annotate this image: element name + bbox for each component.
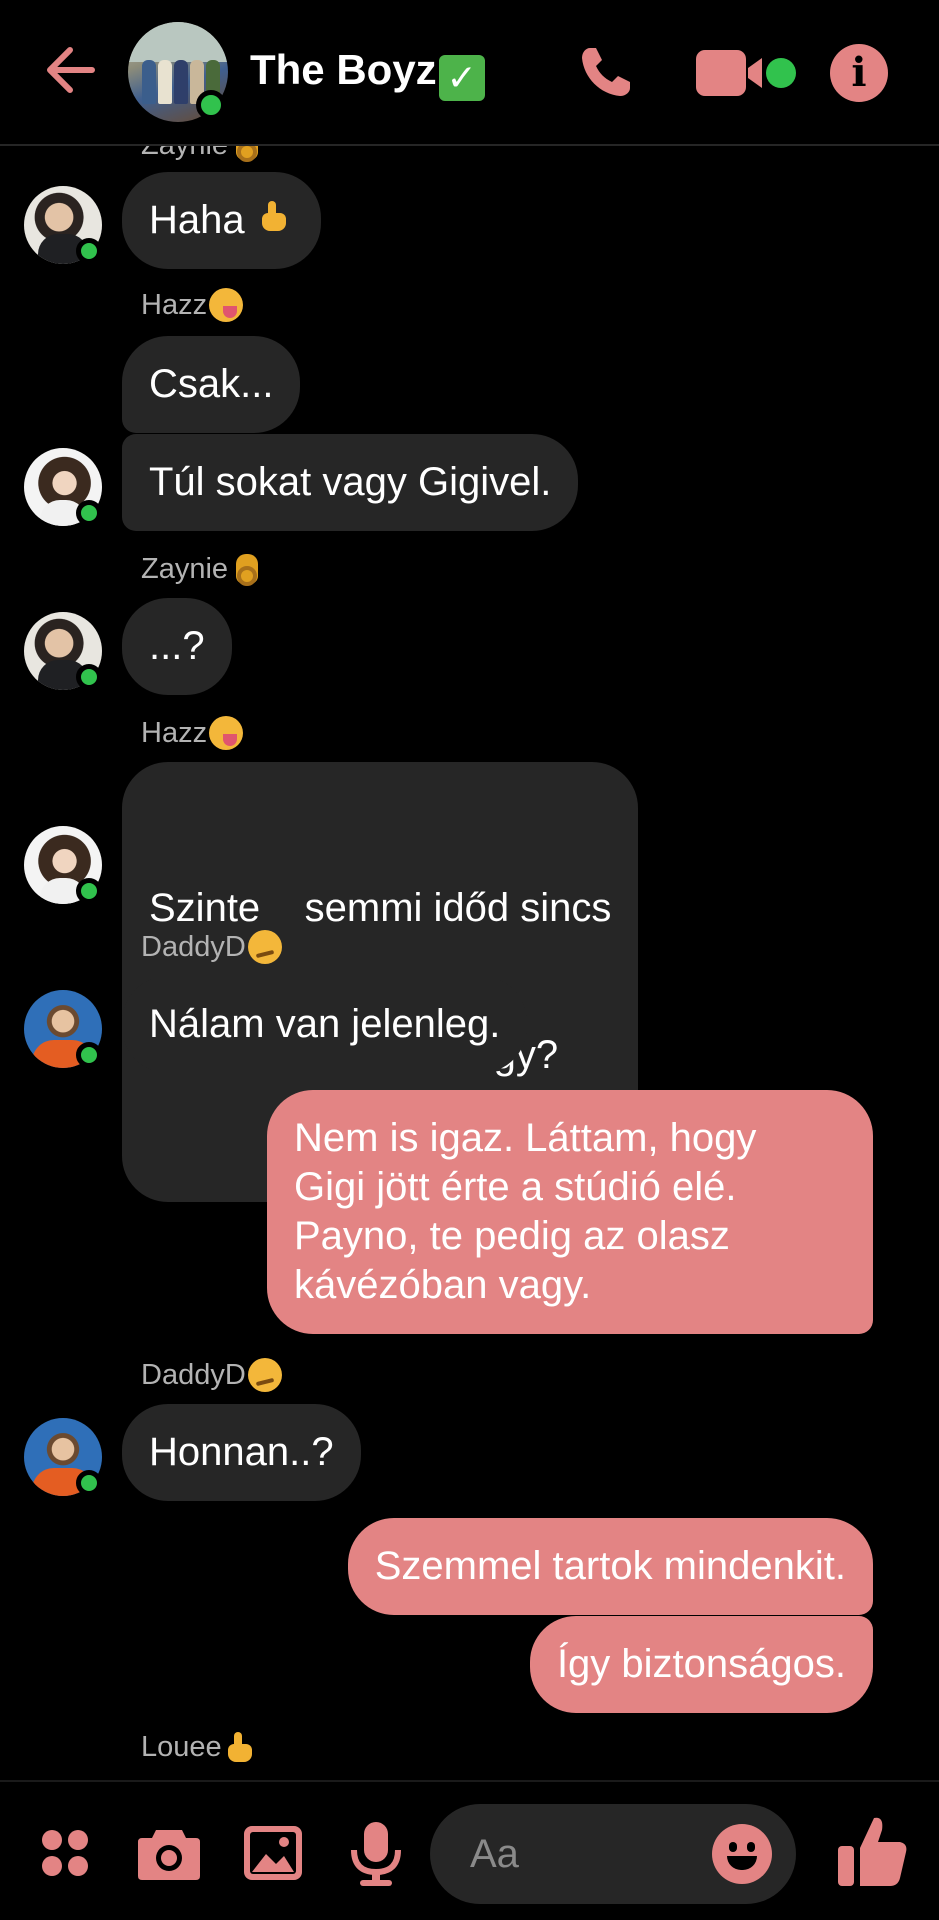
message-bubble[interactable]: Nálam van jelenleg. (122, 976, 528, 1073)
message-bubble[interactable]: Honnan..? (122, 1404, 361, 1501)
online-indicator (76, 664, 102, 690)
image-icon[interactable] (244, 1826, 302, 1880)
message-text: Nálam van jelenleg. (149, 1002, 501, 1046)
message-text: Csak... (149, 362, 274, 406)
composer-bar (0, 1780, 939, 1920)
sender-name: Zaynie (141, 552, 264, 586)
message-bubble-outgoing[interactable]: Így biztonságos. (529, 1616, 873, 1713)
smirk-face-emoji-icon (247, 930, 282, 964)
sender-name: DaddyD (141, 930, 282, 964)
smirk-face-emoji-icon (247, 1358, 282, 1392)
apps-icon[interactable] (40, 1828, 90, 1878)
chat-title-text: The Boyz (250, 46, 437, 93)
sender-name: Zaynie (141, 146, 264, 162)
message-list[interactable]: Zaynie Haha Hazz Csak... Túl sokat vagy … (0, 146, 939, 1780)
back-arrow-icon[interactable] (36, 38, 100, 102)
camera-icon[interactable] (138, 1826, 200, 1880)
message-text: Túl sokat vagy Gigivel. (149, 460, 552, 504)
sender-name-text: DaddyD (141, 1359, 246, 1391)
message-text: Honnan..? (149, 1430, 334, 1474)
message-text: Haha (149, 198, 245, 242)
sender-name-text: Hazz (141, 717, 208, 749)
online-indicator (76, 238, 102, 264)
chat-title[interactable]: The Boyz ✓ (250, 46, 485, 101)
ok-hand-emoji-icon (230, 146, 264, 162)
online-indicator (76, 878, 102, 904)
verified-check-icon: ✓ (438, 55, 485, 101)
phone-icon[interactable] (576, 42, 636, 102)
video-camera-icon[interactable] (696, 48, 776, 100)
message-bubble[interactable]: Haha (122, 172, 321, 269)
video-active-indicator (766, 58, 796, 88)
message-text-line: Nem is igaz. Láttam, hogy (294, 1116, 757, 1160)
message-text-line: Szinte semmi időd sincs (149, 886, 612, 930)
middle-finger-emoji-icon (258, 199, 294, 239)
middle-finger-emoji-icon (224, 1730, 258, 1764)
message-bubble[interactable]: Csak... (122, 336, 301, 433)
sender-name: DaddyD (141, 1358, 282, 1392)
message-text-line: Payno, te pedig az olasz (294, 1214, 730, 1258)
message-text: Szemmel tartok mindenkit. (374, 1544, 846, 1588)
chat-header: The Boyz ✓ i (0, 0, 939, 146)
sender-name-text: Zaynie (141, 553, 229, 585)
online-indicator (76, 1470, 102, 1496)
message-text: Így biztonságos. (556, 1642, 846, 1686)
message-input-container (430, 1804, 796, 1904)
sender-name: Louee (141, 1730, 258, 1764)
message-text-line: Gigi jött érte a stúdió elé. (294, 1165, 737, 1209)
message-bubble-outgoing[interactable]: Szemmel tartok mindenkit. (347, 1518, 873, 1615)
sender-name-text: DaddyD (141, 931, 246, 963)
sender-name-text: Hazz (141, 289, 208, 321)
yum-face-emoji-icon (209, 288, 244, 322)
message-text: ...? (149, 624, 205, 668)
online-indicator (76, 500, 102, 526)
sender-name: Hazz (141, 716, 244, 750)
sender-name-text: Louee (141, 1731, 222, 1763)
message-text-line: kávézóban vagy. (294, 1263, 592, 1307)
message-input[interactable] (470, 1804, 710, 1904)
thumbs-up-icon[interactable] (838, 1814, 908, 1886)
online-indicator (76, 1042, 102, 1068)
info-icon[interactable]: i (830, 44, 888, 102)
message-bubble[interactable]: Túl sokat vagy Gigivel. (122, 434, 579, 531)
message-bubble-outgoing[interactable]: Nem is igaz. Láttam, hogy Gigi jött érte… (267, 1090, 873, 1334)
emoji-icon[interactable] (712, 1824, 772, 1884)
message-bubble[interactable]: ...? (122, 598, 232, 695)
ok-hand-emoji-icon (230, 552, 264, 586)
sender-name-text: Zaynie (141, 146, 228, 161)
sender-name: Hazz (141, 288, 244, 322)
microphone-icon[interactable] (350, 1822, 402, 1886)
group-online-indicator (196, 90, 226, 120)
yum-face-emoji-icon (209, 716, 244, 750)
